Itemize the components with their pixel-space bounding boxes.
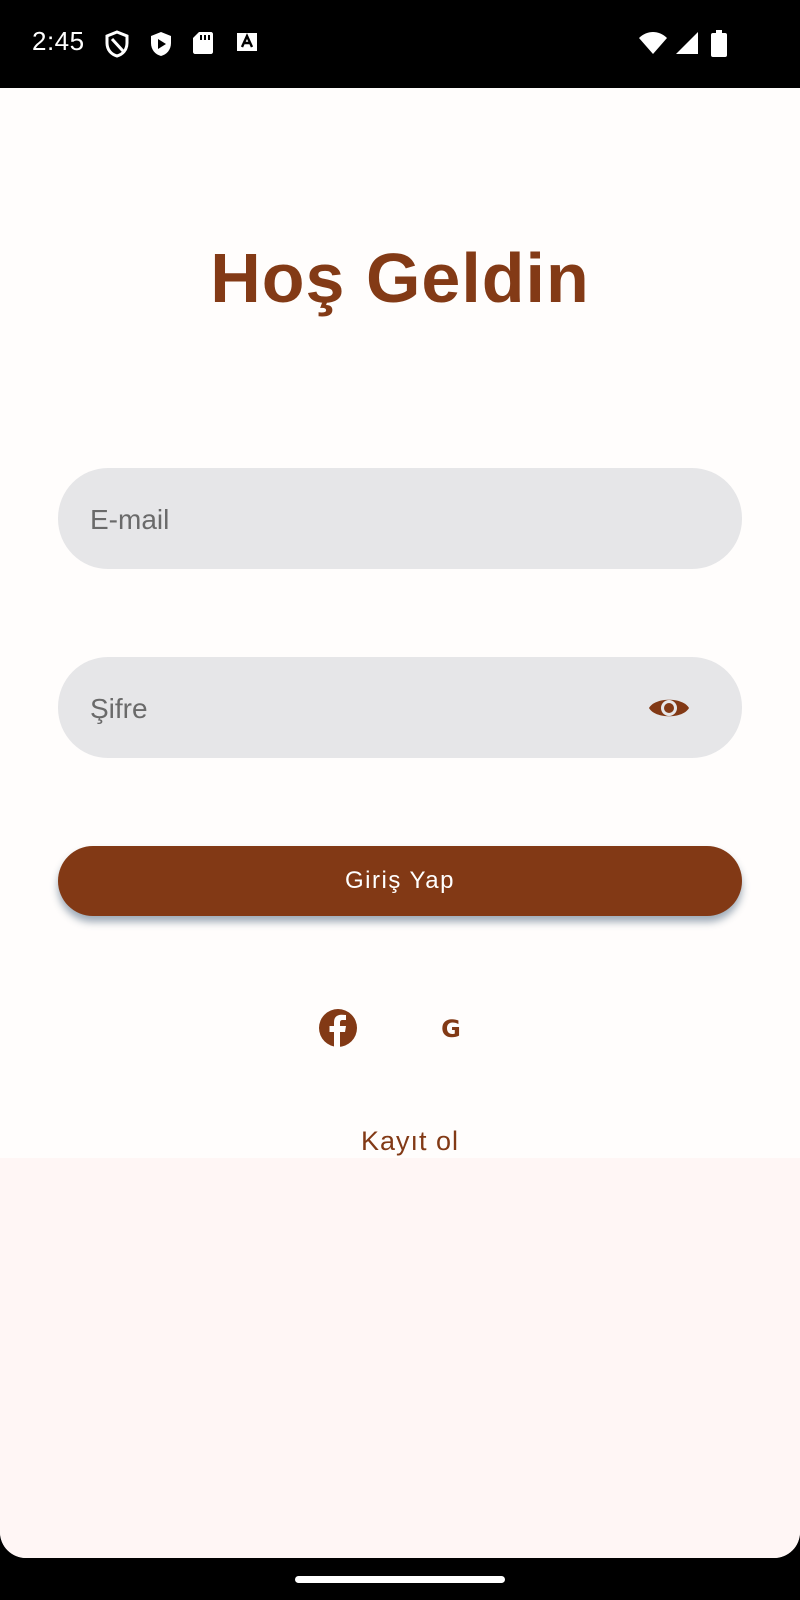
facebook-login-button[interactable] <box>318 1008 358 1048</box>
status-icons-right <box>638 30 748 60</box>
facebook-icon <box>319 1009 357 1047</box>
cellular-signal-icon <box>676 32 698 54</box>
wifi-icon <box>639 32 667 54</box>
login-screen: Hoş Geldin Giriş Yap G Kayıt ol <box>0 88 800 1558</box>
sd-card-icon <box>193 32 213 54</box>
password-input[interactable] <box>88 657 652 760</box>
email-input[interactable] <box>88 468 652 571</box>
password-visibility-toggle[interactable] <box>646 687 692 729</box>
play-shield-icon <box>151 32 171 56</box>
shield-icon <box>105 30 129 58</box>
login-button[interactable]: Giriş Yap <box>58 846 742 916</box>
battery-icon <box>711 30 727 57</box>
font-a-icon <box>237 33 257 51</box>
eye-icon <box>649 699 689 717</box>
status-time: 2:45 <box>32 26 85 56</box>
password-field[interactable] <box>58 657 742 760</box>
home-indicator[interactable] <box>295 1576 505 1583</box>
status-bar: 2:45 <box>0 0 800 88</box>
email-field[interactable] <box>58 468 742 571</box>
google-login-button[interactable]: G <box>438 1014 464 1044</box>
google-icon: G <box>441 1015 461 1043</box>
register-link[interactable]: Kayıt ol <box>0 1126 800 1157</box>
page-title: Hoş Geldin <box>210 239 590 317</box>
lower-background <box>0 1158 800 1558</box>
